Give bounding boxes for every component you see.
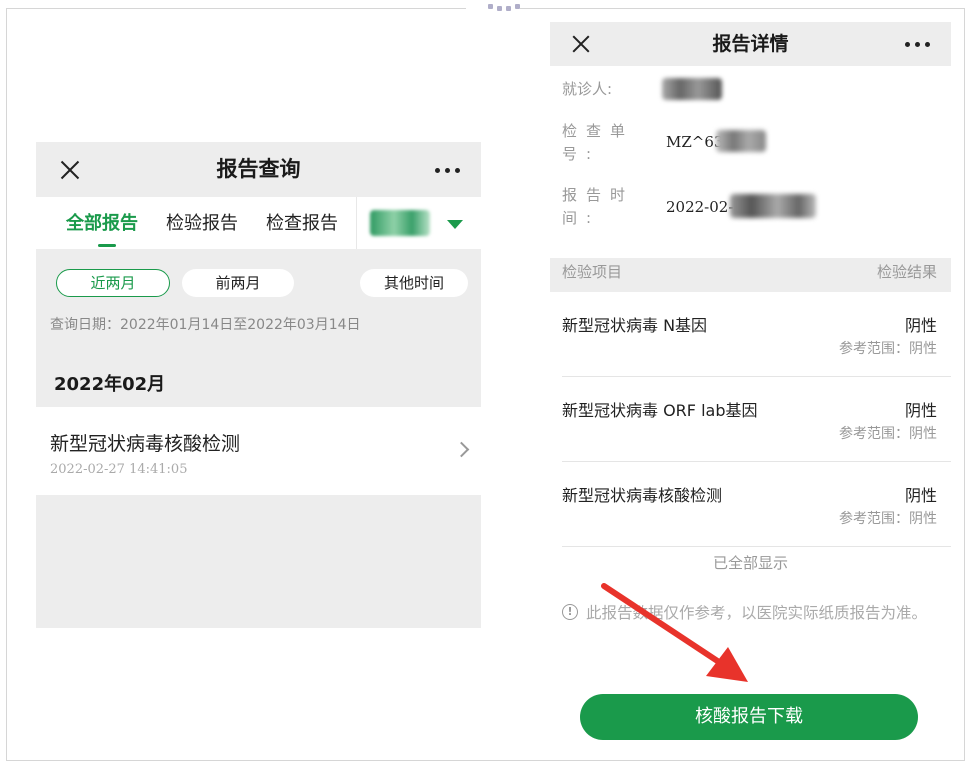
- result-item-name: 新型冠状病毒 N基因: [562, 316, 708, 335]
- active-tab-indicator: [98, 244, 116, 247]
- frame-border-top-left: [6, 8, 466, 9]
- row-divider: [562, 546, 951, 547]
- frame-border-left: [6, 8, 7, 760]
- patient-selector-redacted[interactable]: [370, 210, 430, 236]
- report-time: 2022-02-27 14:41:05: [50, 462, 188, 477]
- header-result-label: 检验结果: [876, 263, 937, 281]
- chevron-right-icon: [453, 441, 470, 458]
- patient-label: 就诊人:: [562, 80, 613, 98]
- order-number-label: 检查单号:: [562, 122, 635, 163]
- nav-bar: 报告详情: [550, 22, 951, 66]
- result-value: 阴性: [904, 401, 937, 420]
- page-title: 报告详情: [712, 33, 789, 55]
- download-report-button[interactable]: 核酸报告下载: [580, 694, 918, 740]
- frame-border-top-right: [520, 8, 964, 9]
- result-reference: 参考范围：阴性: [839, 511, 937, 527]
- result-value: 阴性: [904, 486, 937, 505]
- result-item-name: 新型冠状病毒 ORF lab基因: [562, 401, 758, 420]
- order-number-redacted: [716, 130, 766, 152]
- result-item-name: 新型冠状病毒核酸检测: [562, 486, 723, 505]
- dropdown-arrow-icon[interactable]: [447, 220, 463, 229]
- report-time-value: 2022-02-: [666, 198, 734, 216]
- tab-divider: [356, 197, 357, 249]
- report-detail-screen: 报告详情 就诊人: 检查单号: MZ^63 报告时间: 2022-02- 检验项…: [550, 22, 951, 750]
- result-row: 新型冠状病毒 ORF lab基因 阴性 参考范围：阴性: [550, 377, 951, 462]
- more-icon[interactable]: [905, 42, 931, 48]
- all-shown-text: 已全部显示: [550, 548, 951, 578]
- page-title: 报告查询: [216, 157, 301, 181]
- disclaimer-text: 此报告数据仅作参考，以医院实际纸质报告为准。: [586, 604, 928, 622]
- notice-area: ! 此报告数据仅作参考，以医院实际纸质报告为准。 核酸报告下载: [550, 578, 951, 750]
- results-header: 检验项目 检验结果: [550, 258, 951, 292]
- report-tabs: 全部报告 检验报告 检查报告: [36, 197, 481, 249]
- filter-other-time[interactable]: 其他时间: [360, 269, 468, 297]
- result-row: 新型冠状病毒 N基因 阴性 参考范围：阴性: [550, 292, 951, 377]
- report-time-label: 报告时间:: [562, 186, 635, 227]
- more-icon[interactable]: [435, 168, 461, 174]
- frame-border-right: [964, 8, 965, 760]
- frame-border-bottom: [6, 760, 965, 761]
- header-item-label: 检验项目: [562, 263, 623, 281]
- result-reference: 参考范围：阴性: [839, 341, 937, 357]
- report-query-screen: 报告查询 全部报告 检验报告 检查报告 近两月 前两月 其他时间 查询日期：20…: [36, 142, 481, 628]
- nav-bar: 报告查询: [36, 142, 481, 197]
- decorative-dots: [486, 3, 526, 13]
- result-row: 新型冠状病毒核酸检测 阴性 参考范围：阴性: [550, 462, 951, 547]
- filter-recent-two-months[interactable]: 近两月: [56, 269, 170, 297]
- report-title: 新型冠状病毒核酸检测: [50, 433, 241, 455]
- patient-name-redacted: [662, 78, 722, 100]
- report-list-item[interactable]: 新型冠状病毒核酸检测 2022-02-27 14:41:05: [36, 407, 481, 495]
- result-value: 阴性: [904, 316, 937, 335]
- filter-previous-two-months[interactable]: 前两月: [182, 269, 294, 297]
- report-time-redacted: [730, 194, 816, 218]
- tab-lab-reports[interactable]: 检验报告: [166, 197, 238, 249]
- tab-exam-reports[interactable]: 检查报告: [266, 197, 338, 249]
- month-group-label: 2022年02月: [54, 374, 166, 395]
- report-info-panel: 就诊人: 检查单号: MZ^63 报告时间: 2022-02-: [550, 66, 951, 258]
- result-reference: 参考范围：阴性: [839, 426, 937, 442]
- query-date-range: 查询日期：2022年01月14日至2022年03月14日: [50, 317, 361, 333]
- tab-all-reports[interactable]: 全部报告: [66, 197, 138, 249]
- results-list: 新型冠状病毒 N基因 阴性 参考范围：阴性 新型冠状病毒 ORF lab基因 阴…: [550, 292, 951, 548]
- order-number-value: MZ^63: [666, 133, 724, 151]
